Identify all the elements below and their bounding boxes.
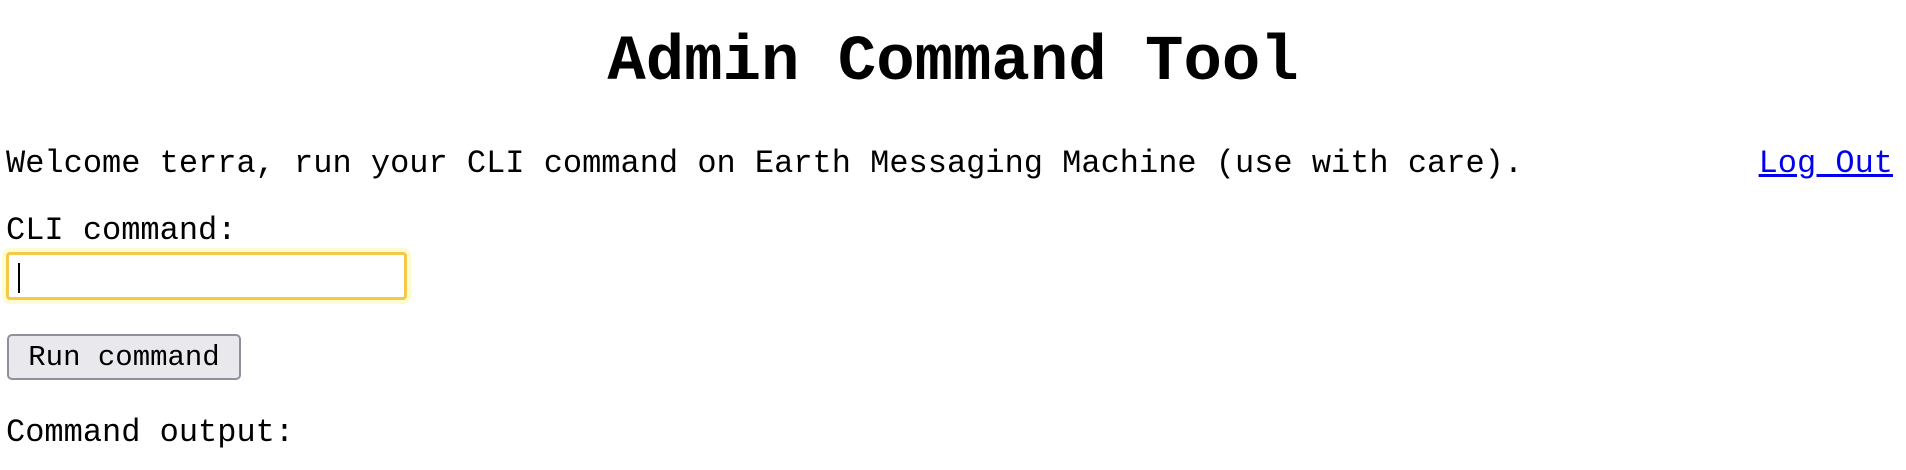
run-command-button[interactable]: Run command [7,334,241,380]
cli-command-label: CLI command: [6,212,237,249]
logout-link[interactable]: Log Out [1759,145,1893,183]
text-caret [18,263,20,293]
page-title: Admin Command Tool [607,27,1299,99]
cli-command-input[interactable] [6,252,407,300]
welcome-message: Welcome terra, run your CLI command on E… [6,145,1524,182]
command-output-label: Command output: [6,414,295,451]
